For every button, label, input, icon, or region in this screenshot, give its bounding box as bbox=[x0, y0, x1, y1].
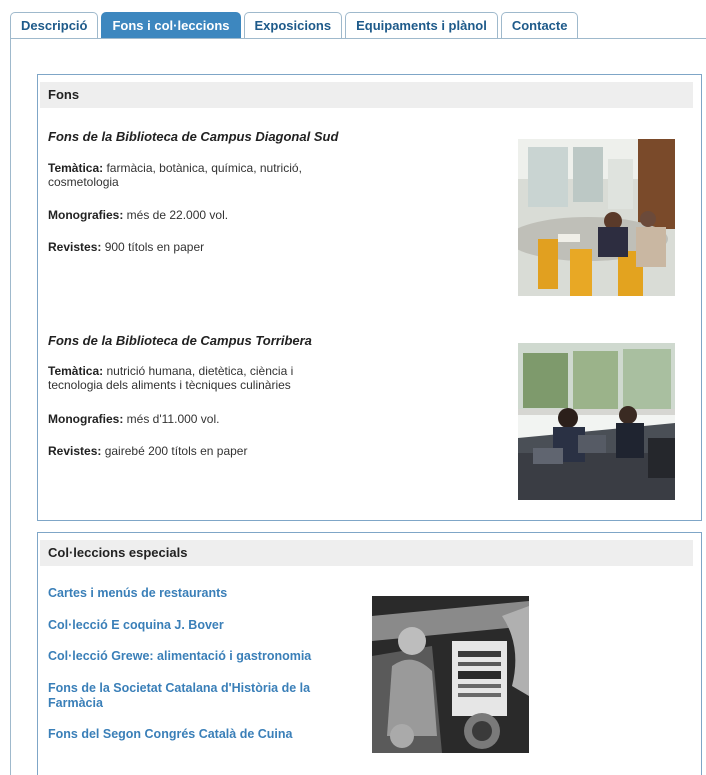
entry-title-torribera: Fons de la Biblioteca de Campus Torriber… bbox=[48, 333, 312, 348]
revistes-value: gairebé 200 títols en paper bbox=[101, 444, 248, 458]
tematica-torribera: Temàtica: nutrició humana, dietètica, ci… bbox=[48, 364, 348, 392]
tab-descripcio[interactable]: Descripció bbox=[10, 12, 99, 38]
study-room-photo-icon bbox=[518, 139, 675, 296]
colleccions-heading: Col·leccions especials bbox=[40, 540, 693, 566]
antique-cookbook-engraving-icon bbox=[372, 596, 529, 753]
tab-bar: Descripció Fons i col·leccions Exposicio… bbox=[0, 0, 706, 40]
monografies-torribera: Monografies: més d'11.000 vol. bbox=[48, 412, 348, 426]
students-at-laptops-photo-icon bbox=[518, 343, 675, 500]
revistes-label: Revistes: bbox=[48, 240, 102, 254]
link-coleccio-coquina-bover[interactable]: Col·lecció E coquina J. Bover bbox=[48, 618, 348, 633]
monografies-value: més d'11.000 vol. bbox=[123, 412, 220, 426]
revistes-diagonal-sud: Revistes: 900 títols en paper bbox=[48, 240, 348, 254]
tab-underline bbox=[10, 38, 706, 39]
tab-equipaments-i-planol[interactable]: Equipaments i plànol bbox=[345, 12, 498, 38]
revistes-label: Revistes: bbox=[48, 444, 102, 458]
revistes-torribera: Revistes: gairebé 200 títols en paper bbox=[48, 444, 348, 458]
tab-fons-i-colleccions[interactable]: Fons i col·leccions bbox=[101, 12, 241, 39]
fons-panel: Fons Fons de la Biblioteca de Campus Dia… bbox=[37, 74, 702, 521]
fons-heading: Fons bbox=[40, 82, 693, 108]
monografies-diagonal-sud: Monografies: més de 22.000 vol. bbox=[48, 208, 348, 222]
tematica-label: Temàtica: bbox=[48, 161, 104, 175]
monografies-label: Monografies: bbox=[48, 412, 124, 426]
tematica-label: Temàtica: bbox=[48, 364, 104, 378]
colleccions-panel: Col·leccions especials Cartes i menús de… bbox=[37, 532, 702, 775]
tab-exposicions[interactable]: Exposicions bbox=[243, 12, 343, 38]
monografies-label: Monografies: bbox=[48, 208, 124, 222]
revistes-value: 900 títols en paper bbox=[101, 240, 205, 254]
tematica-diagonal-sud: Temàtica: farmàcia, botànica, química, n… bbox=[48, 161, 348, 189]
link-coleccio-grewe[interactable]: Col·lecció Grewe: alimentació i gastrono… bbox=[48, 649, 348, 664]
tab-list: Descripció Fons i col·leccions Exposicio… bbox=[10, 12, 579, 39]
link-cartes-menus[interactable]: Cartes i menús de restaurants bbox=[48, 586, 348, 601]
monografies-value: més de 22.000 vol. bbox=[123, 208, 229, 222]
link-societat-historia-farmacia[interactable]: Fons de la Societat Catalana d'Història … bbox=[48, 681, 348, 711]
content-left-border bbox=[10, 38, 11, 775]
tab-contacte[interactable]: Contacte bbox=[500, 12, 579, 38]
entry-title-diagonal-sud: Fons de la Biblioteca de Campus Diagonal… bbox=[48, 129, 339, 144]
link-segon-congres-cuina[interactable]: Fons del Segon Congrés Català de Cuina bbox=[48, 727, 348, 742]
